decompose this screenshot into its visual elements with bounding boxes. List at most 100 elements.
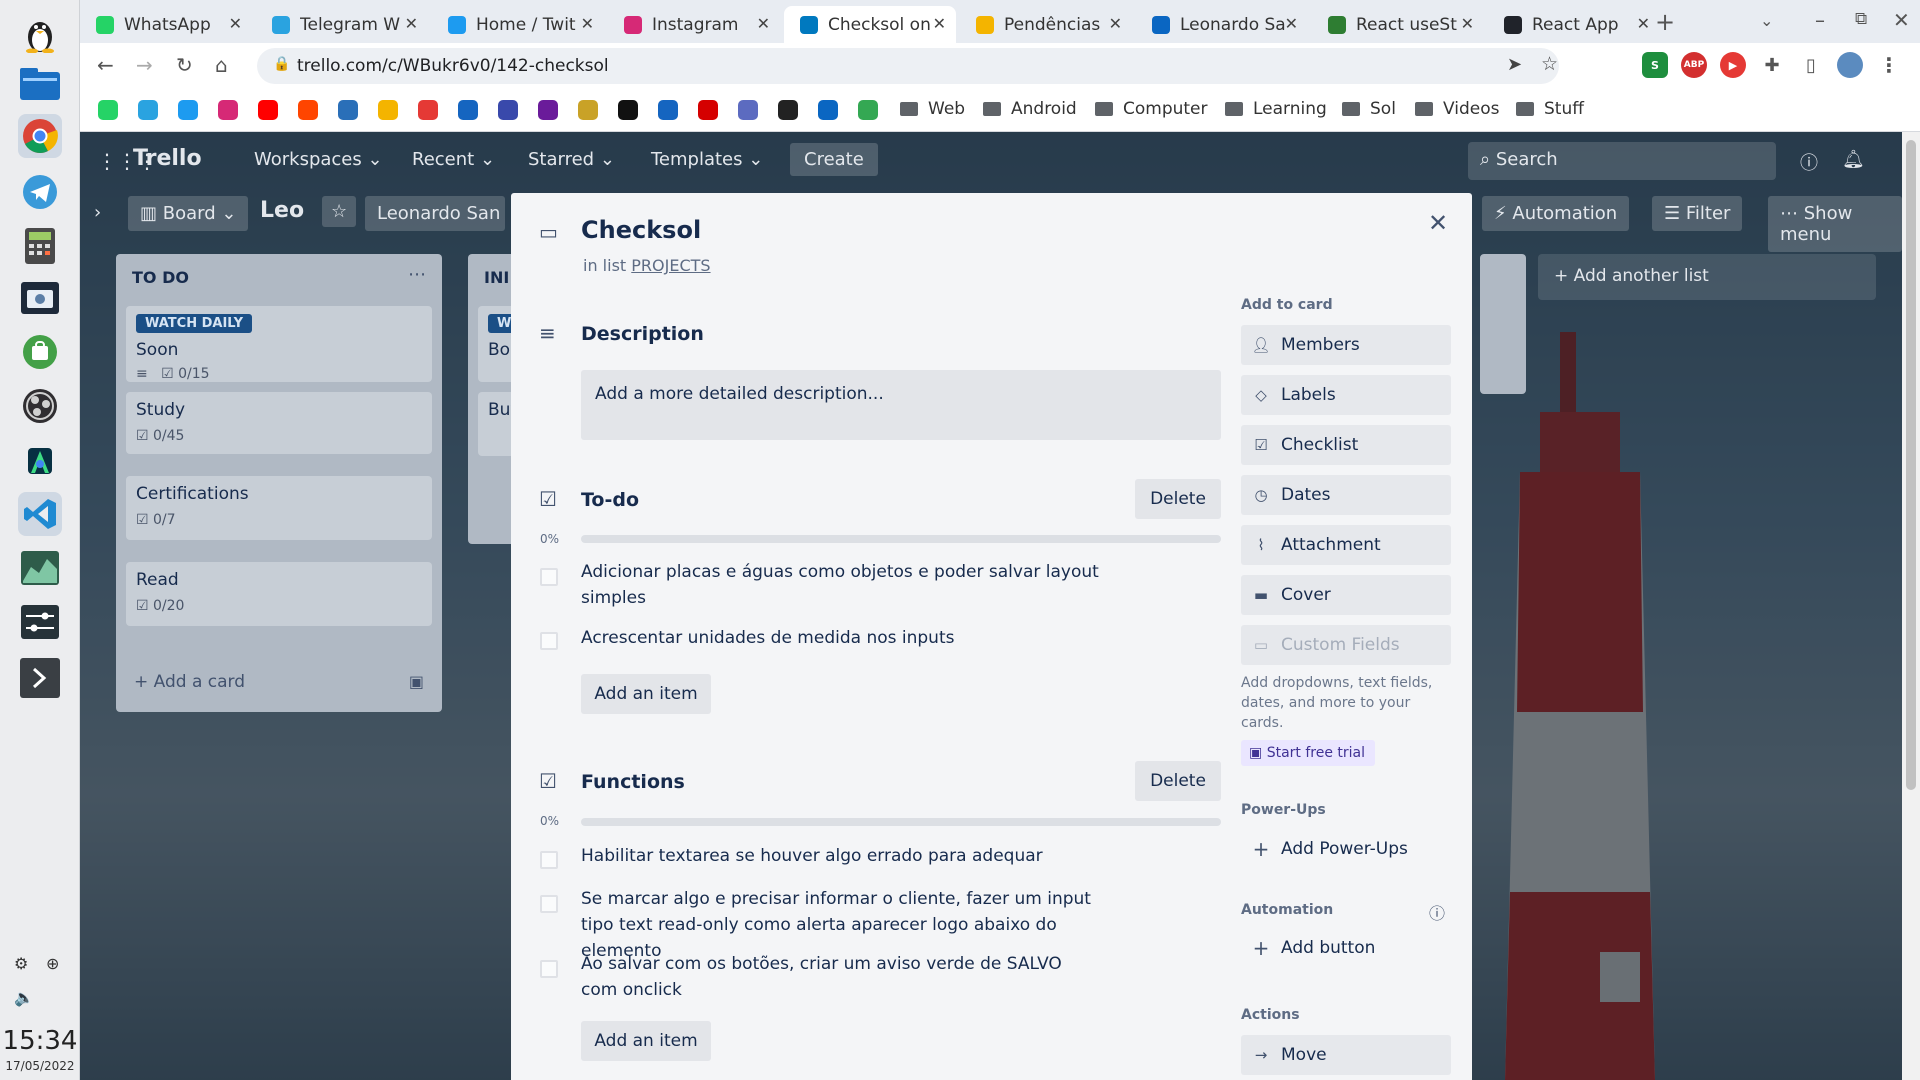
close-window-button[interactable]: ✕ bbox=[1893, 8, 1910, 32]
volume-icon[interactable]: 🔈 bbox=[14, 988, 34, 1007]
add-button-button[interactable]: + Add button bbox=[1241, 928, 1451, 968]
linux-menu-icon[interactable] bbox=[18, 12, 62, 56]
chrome-icon[interactable] bbox=[18, 114, 62, 158]
bookmark-icon[interactable] bbox=[338, 100, 358, 120]
browser-tab[interactable]: React useSt ✕ bbox=[1312, 6, 1484, 43]
automation-info-icon[interactable]: ⓘ bbox=[1429, 900, 1445, 924]
extension-play-icon[interactable]: ▶ bbox=[1720, 52, 1746, 78]
checklist-item-text[interactable]: Acrescentar unidades de medida nos input… bbox=[581, 625, 1101, 651]
bookmark-icon[interactable] bbox=[378, 100, 398, 120]
browser-tab[interactable]: WhatsApp ✕ bbox=[80, 6, 252, 43]
cover-button[interactable]: ▬ Cover bbox=[1241, 575, 1451, 615]
start-free-trial-button[interactable]: ▣ Start free trial bbox=[1241, 740, 1375, 766]
move-button[interactable]: → Move bbox=[1241, 1035, 1451, 1075]
bookmark-icon[interactable] bbox=[298, 100, 318, 120]
checklist-title[interactable]: Functions bbox=[581, 771, 685, 793]
adblock-icon[interactable]: ABP bbox=[1681, 52, 1707, 78]
bookmark-icon[interactable] bbox=[458, 100, 478, 120]
tab-close-icon[interactable]: ✕ bbox=[757, 14, 770, 33]
bookmark-folder[interactable]: Learning bbox=[1225, 99, 1327, 119]
reload-button[interactable]: ↻ bbox=[176, 53, 193, 77]
home-icon[interactable]: ⌂ bbox=[215, 53, 228, 77]
add-item-button[interactable]: Add an item bbox=[581, 1021, 711, 1061]
list-link[interactable]: PROJECTS bbox=[631, 256, 710, 275]
browser-menu-icon[interactable]: ⋮ bbox=[1876, 52, 1902, 78]
forward-button[interactable]: → bbox=[136, 53, 153, 77]
page-scrollbar[interactable] bbox=[1902, 132, 1920, 1080]
bookmark-star-icon[interactable]: ☆ bbox=[1541, 53, 1558, 75]
browser-tab[interactable]: Checksol on ✕ bbox=[784, 6, 956, 43]
bookmark-folder[interactable]: Sol bbox=[1342, 99, 1396, 119]
bookmark-icon[interactable] bbox=[778, 100, 798, 120]
checklist-item-text[interactable]: Habilitar textarea se houver algo errado… bbox=[581, 843, 1101, 869]
restore-button[interactable]: ⧉ bbox=[1855, 9, 1867, 29]
bookmark-icon[interactable] bbox=[218, 100, 238, 120]
bookmark-folder[interactable]: Android bbox=[983, 99, 1077, 119]
browser-tab[interactable]: React App ✕ bbox=[1488, 6, 1660, 43]
checklist-item-checkbox[interactable] bbox=[540, 632, 558, 650]
tab-close-icon[interactable]: ✕ bbox=[581, 14, 594, 33]
bookmark-icon[interactable] bbox=[698, 100, 718, 120]
extension-sheets-icon[interactable]: S bbox=[1642, 52, 1668, 78]
bookmark-folder[interactable]: Computer bbox=[1095, 99, 1208, 119]
bookmark-icon[interactable] bbox=[578, 100, 598, 120]
bookmark-icon[interactable] bbox=[498, 100, 518, 120]
checklist-button[interactable]: ☑ Checklist bbox=[1241, 425, 1451, 465]
tab-close-icon[interactable]: ✕ bbox=[1461, 14, 1474, 33]
telegram-desktop-icon[interactable] bbox=[18, 170, 62, 214]
bookmark-icon[interactable] bbox=[658, 100, 678, 120]
system-monitor-icon[interactable] bbox=[18, 546, 62, 590]
browser-tab[interactable]: Home / Twit ✕ bbox=[432, 6, 604, 43]
bookmark-icon[interactable] bbox=[138, 100, 158, 120]
dates-button[interactable]: ◷ Dates bbox=[1241, 475, 1451, 515]
bookmark-icon[interactable] bbox=[618, 100, 638, 120]
browser-tab[interactable]: Leonardo Sa ✕ bbox=[1136, 6, 1308, 43]
tab-close-icon[interactable]: ✕ bbox=[1637, 14, 1650, 33]
checklist-item-checkbox[interactable] bbox=[540, 568, 558, 586]
description-editor[interactable]: Add a more detailed description... bbox=[581, 370, 1221, 440]
minimize-button[interactable]: – bbox=[1815, 8, 1825, 32]
checklist-item-text[interactable]: Adicionar placas e águas como objetos e … bbox=[581, 559, 1101, 611]
bookmark-icon[interactable] bbox=[258, 100, 278, 120]
tab-close-icon[interactable]: ✕ bbox=[1109, 14, 1122, 33]
add-powerups-button[interactable]: + Add Power-Ups bbox=[1241, 829, 1451, 869]
delete-checklist-button[interactable]: Delete bbox=[1135, 761, 1221, 801]
network-icon[interactable]: ⚙ bbox=[14, 954, 28, 973]
send-icon[interactable]: ➤ bbox=[1507, 54, 1522, 75]
bookmark-folder[interactable]: Web bbox=[900, 99, 965, 119]
terminal-icon[interactable] bbox=[18, 656, 62, 700]
profile-avatar[interactable] bbox=[1837, 52, 1863, 78]
bookmark-icon[interactable] bbox=[418, 100, 438, 120]
software-store-icon[interactable] bbox=[18, 330, 62, 374]
new-tab-button[interactable]: + bbox=[1655, 8, 1675, 36]
scrollbar-thumb[interactable] bbox=[1906, 140, 1916, 790]
checklist-item-checkbox[interactable] bbox=[540, 960, 558, 978]
android-studio-icon[interactable] bbox=[18, 438, 62, 482]
delete-checklist-button[interactable]: Delete bbox=[1135, 479, 1221, 519]
attachment-button[interactable]: ⌇ Attachment bbox=[1241, 525, 1451, 565]
bookmark-icon[interactable] bbox=[178, 100, 198, 120]
bookmark-folder[interactable]: Stuff bbox=[1516, 99, 1584, 119]
omnibox[interactable]: 🔒 trello.com/c/WBukr6v0/142-checksol ➤ ☆ bbox=[257, 48, 1559, 84]
browser-tab[interactable]: Pendências ✕ bbox=[960, 6, 1132, 43]
checklist-item-text[interactable]: Ao salvar com os botões, criar um aviso … bbox=[581, 951, 1101, 1003]
bookmark-icon[interactable] bbox=[98, 100, 118, 120]
lock-icon[interactable]: 🔒 bbox=[273, 56, 290, 72]
extensions-puzzle-icon[interactable]: ✚ bbox=[1759, 52, 1785, 78]
close-modal-icon[interactable]: ✕ bbox=[1428, 209, 1448, 237]
vscode-icon[interactable] bbox=[18, 492, 62, 536]
bookmark-icon[interactable] bbox=[818, 100, 838, 120]
settings-sliders-icon[interactable] bbox=[18, 600, 62, 644]
tab-close-icon[interactable]: ✕ bbox=[1285, 14, 1298, 33]
add-item-button[interactable]: Add an item bbox=[581, 674, 711, 714]
screenshot-tool-icon[interactable] bbox=[18, 276, 62, 320]
files-icon[interactable] bbox=[18, 62, 62, 106]
accessibility-icon[interactable]: ⊕ bbox=[46, 954, 59, 973]
bookmark-icon[interactable] bbox=[858, 100, 878, 120]
back-button[interactable]: ← bbox=[97, 53, 114, 77]
tab-close-icon[interactable]: ✕ bbox=[933, 14, 946, 33]
card-title[interactable]: Checksol bbox=[581, 216, 701, 244]
bookmark-icon[interactable] bbox=[738, 100, 758, 120]
browser-tab[interactable]: Instagram ✕ bbox=[608, 6, 780, 43]
custom-fields-button[interactable]: ▭ Custom Fields bbox=[1241, 625, 1451, 665]
